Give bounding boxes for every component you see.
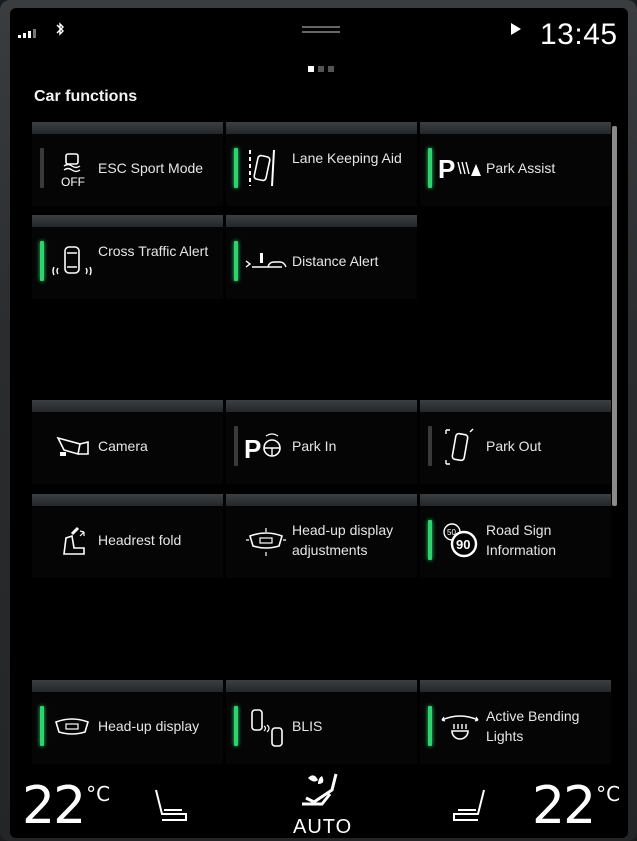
svg-text:P: P xyxy=(244,434,261,464)
svg-text:P: P xyxy=(438,154,455,184)
distance-alert-icon xyxy=(245,253,287,268)
status-indicator xyxy=(428,148,432,188)
tile-label: Lane Keeping Aid xyxy=(292,150,402,166)
status-indicator xyxy=(234,241,238,281)
signal-icon xyxy=(18,26,36,38)
tile-label: Cross Traffic Alert xyxy=(98,243,209,259)
right-seat-heat-icon[interactable] xyxy=(450,784,490,824)
svg-text:90: 90 xyxy=(456,537,470,552)
status-indicator xyxy=(234,148,238,188)
tile-label: Park Assist xyxy=(486,160,556,176)
tile-label: Park In xyxy=(292,438,337,454)
tile-lane-keeping-aid[interactable]: Lane Keeping Aid xyxy=(226,122,417,206)
esc-off-icon: OFF xyxy=(61,153,85,189)
tile-park-assist[interactable]: P Park Assist xyxy=(420,122,611,206)
left-seat-heat-icon[interactable] xyxy=(150,784,190,824)
tile-active-bending-lights[interactable]: Active Bending Lights xyxy=(420,680,611,764)
left-temperature[interactable]: 22 °C xyxy=(22,776,110,836)
climate-auto-mode[interactable]: AUTO xyxy=(293,816,352,838)
tile-distance-alert[interactable]: Distance Alert xyxy=(226,215,417,299)
headrest-fold-icon xyxy=(63,526,85,555)
tile-road-sign-information[interactable]: 50 90 Road Sign Information xyxy=(420,494,611,578)
pull-down-handle[interactable] xyxy=(302,26,340,36)
camera-icon xyxy=(56,436,89,456)
tile-hud-adjustments[interactable]: Head-up display adjustments xyxy=(226,494,417,578)
scrollbar[interactable] xyxy=(612,126,617,506)
status-indicator xyxy=(40,148,44,188)
status-indicator xyxy=(428,706,432,746)
svg-text:OFF: OFF xyxy=(61,175,85,189)
status-indicator xyxy=(40,706,44,746)
climate-bar: 22 °C AUTO 22 °C xyxy=(10,768,628,838)
fan-icon[interactable] xyxy=(292,770,346,818)
blis-icon xyxy=(251,709,283,747)
tile-label: Distance Alert xyxy=(292,253,379,269)
status-bar: 13:45 xyxy=(10,8,628,64)
tile-label: ESC Sport Mode xyxy=(98,160,204,176)
tile-blis[interactable]: BLIS xyxy=(226,680,417,764)
navigation-arrow-icon xyxy=(511,23,521,35)
tile-label: Camera xyxy=(98,438,148,454)
status-indicator xyxy=(234,706,238,746)
cross-traffic-icon xyxy=(52,246,92,276)
tile-esc-sport-mode[interactable]: OFF ESC Sport Mode xyxy=(32,122,223,206)
lane-keeping-icon xyxy=(249,149,275,187)
hud-adjust-icon xyxy=(246,528,286,556)
tile-park-in[interactable]: P Park In xyxy=(226,400,417,484)
center-display: 13:45 Car functions OFF ESC Sport Mode L… xyxy=(10,8,628,838)
bending-lights-icon xyxy=(441,715,479,740)
right-temperature[interactable]: 22 °C xyxy=(532,776,620,836)
park-out-icon xyxy=(445,428,474,465)
page-title: Car functions xyxy=(34,88,138,105)
tile-label: Head-up display xyxy=(98,718,200,734)
status-indicator xyxy=(428,520,432,560)
tile-headrest-fold[interactable]: Headrest fold xyxy=(32,494,223,578)
tile-park-out[interactable]: Park Out xyxy=(420,400,611,484)
tile-label: Park Out xyxy=(486,438,542,454)
road-sign-icon: 50 90 xyxy=(443,523,478,558)
park-in-icon: P xyxy=(244,433,281,464)
status-indicator xyxy=(234,426,238,466)
tile-label: Active Bending Lights xyxy=(486,708,580,744)
status-indicator xyxy=(428,426,432,466)
clock: 13:45 xyxy=(540,18,618,51)
tile-camera[interactable]: Camera xyxy=(32,400,223,484)
tile-cross-traffic-alert[interactable]: Cross Traffic Alert xyxy=(32,215,223,299)
bluetooth-icon xyxy=(56,22,64,36)
hud-icon xyxy=(55,718,89,735)
page-indicator xyxy=(308,66,334,72)
tile-label: Head-up display adjustments xyxy=(292,522,394,558)
tile-label: BLIS xyxy=(292,718,323,734)
status-indicator xyxy=(40,241,44,281)
tile-label: Road Sign Information xyxy=(486,522,557,558)
tile-head-up-display[interactable]: Head-up display xyxy=(32,680,223,764)
tile-label: Headrest fold xyxy=(98,532,182,548)
park-assist-icon: P xyxy=(438,154,481,184)
